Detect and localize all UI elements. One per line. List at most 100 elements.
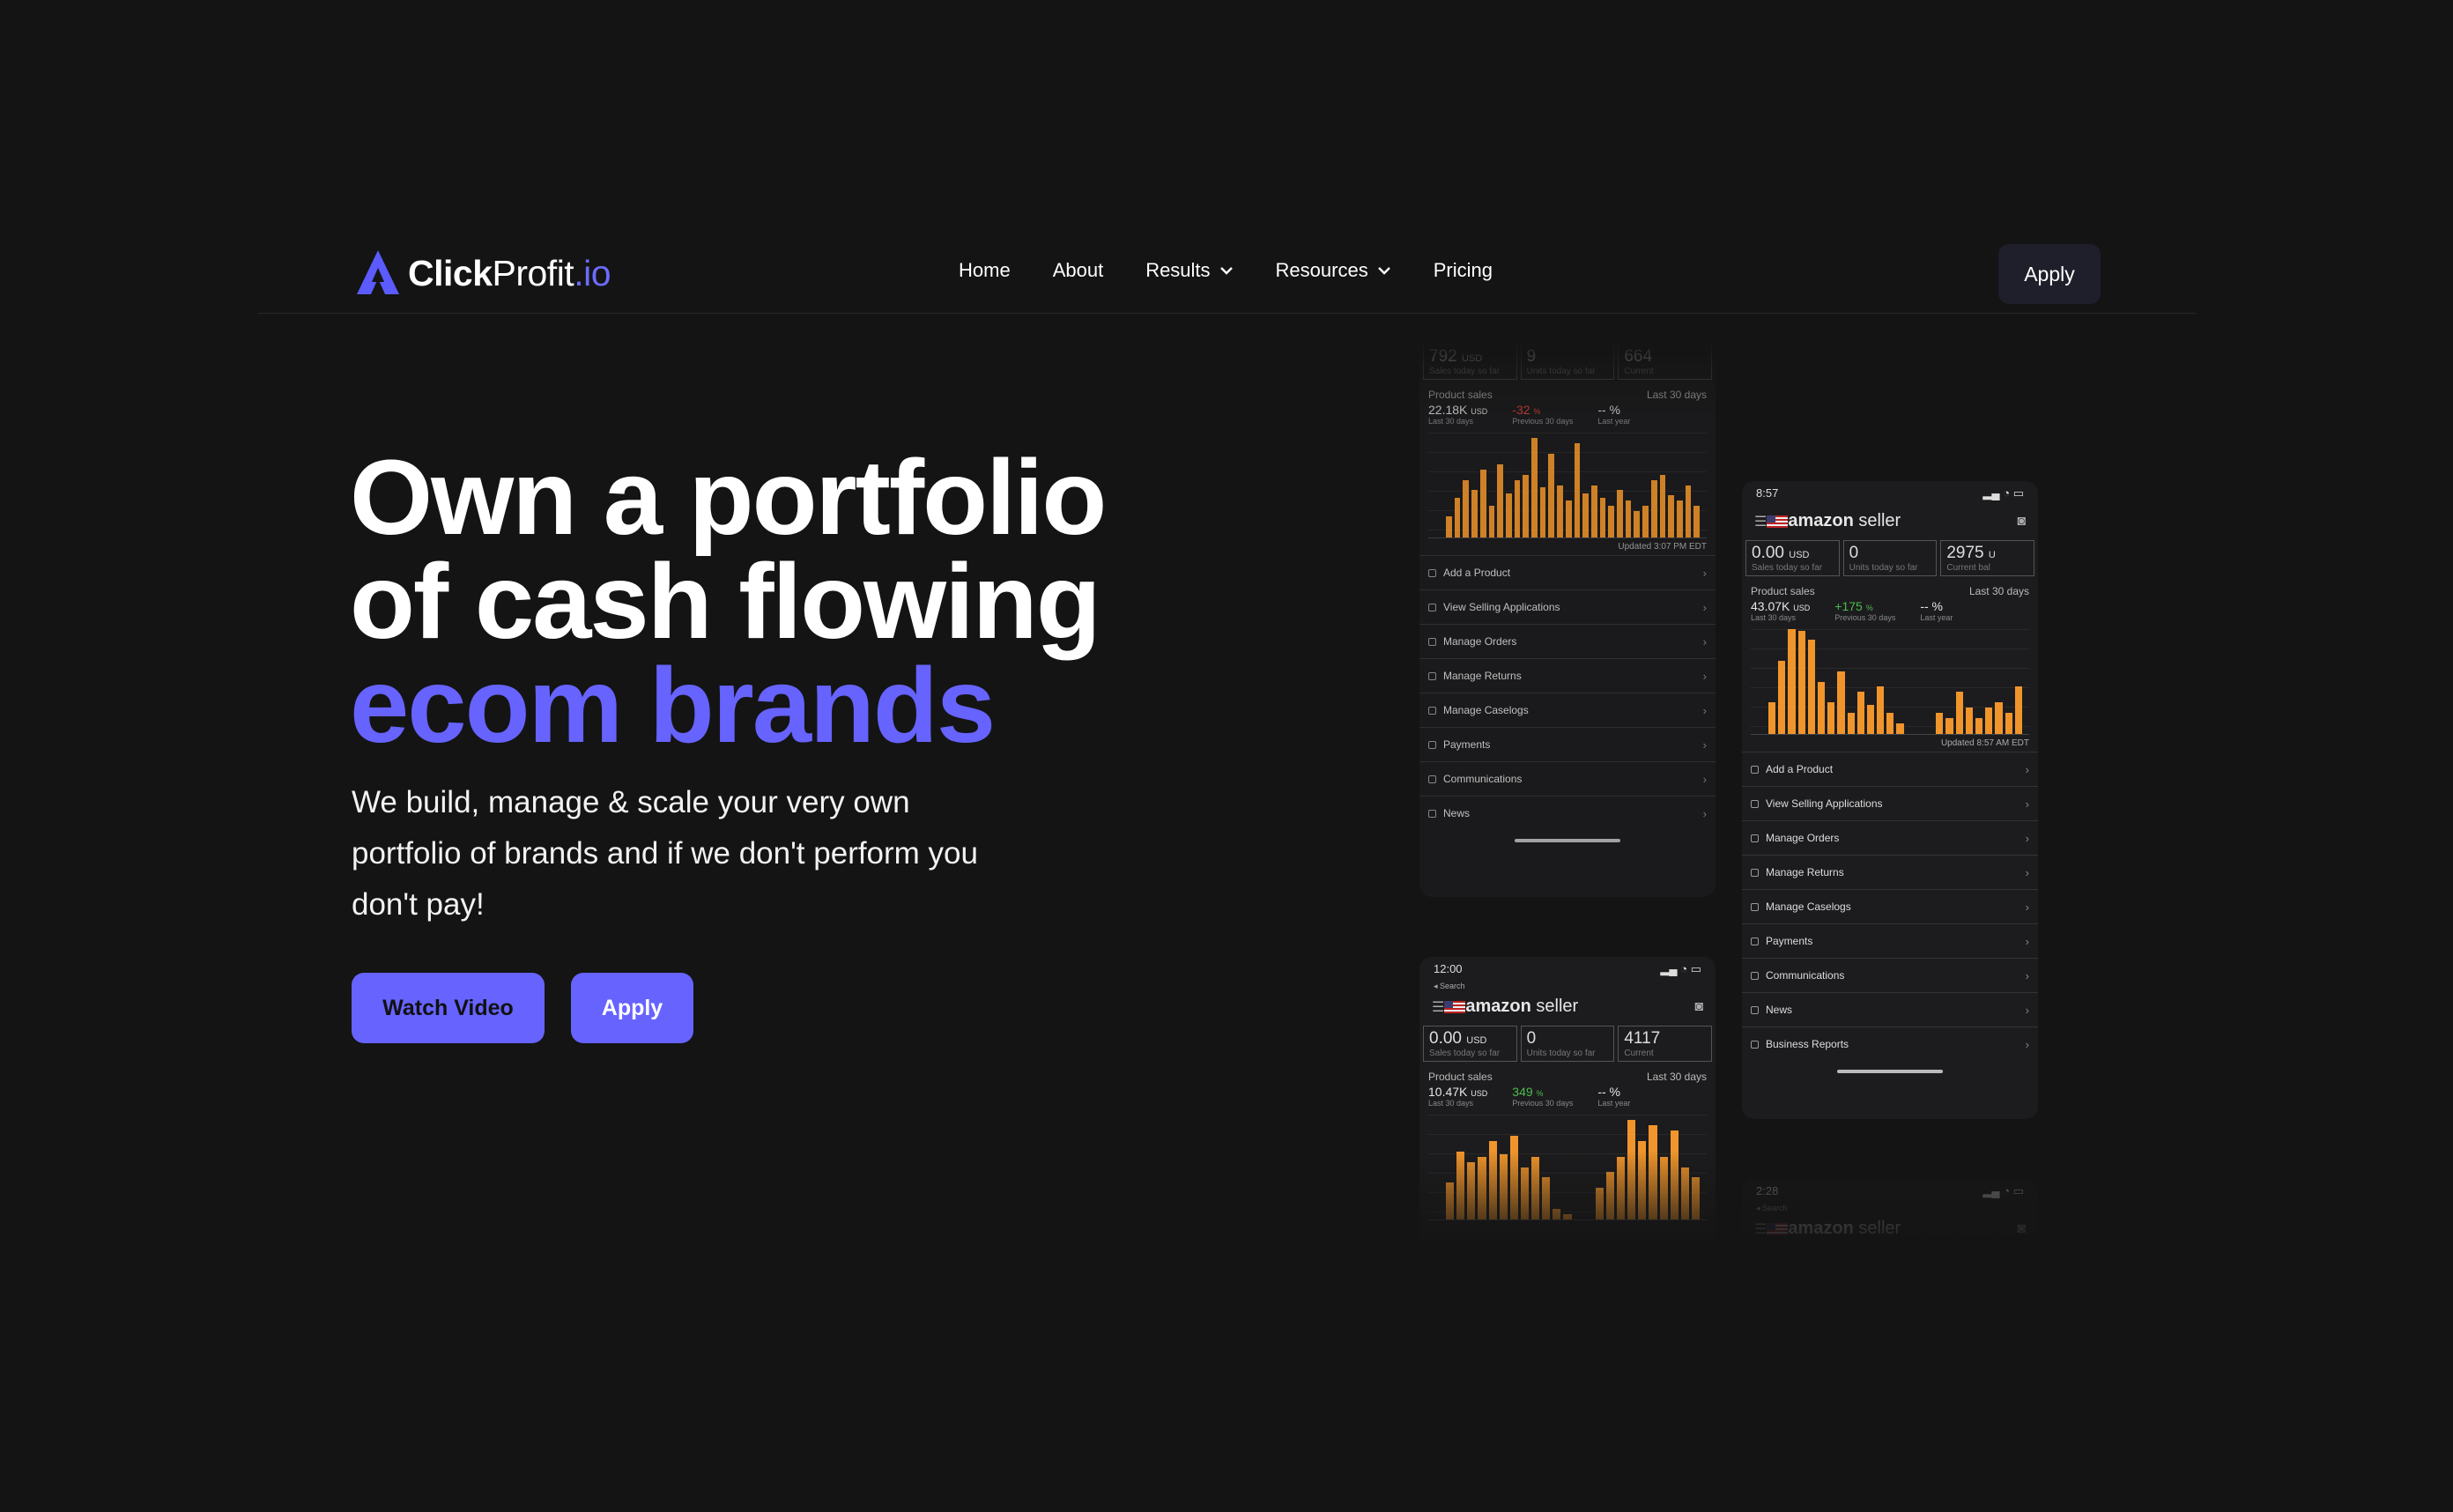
chart-bar xyxy=(1446,1182,1455,1219)
us-flag-icon xyxy=(1767,515,1789,528)
chart-bar xyxy=(1693,506,1701,537)
chart-bar xyxy=(1634,511,1641,537)
menu-row[interactable]: Manage Caselogs › xyxy=(1742,889,2038,923)
stat-tile: 0.00 USD Sales today so far xyxy=(1423,1026,1517,1062)
menu-icon[interactable]: ☰ xyxy=(1754,513,1767,530)
chart-bar xyxy=(1837,671,1845,734)
row-icon xyxy=(1751,868,1759,877)
sales-bar-chart xyxy=(1428,433,1707,538)
chart-bar xyxy=(1542,1177,1551,1219)
signal-battery-icon: ▂▄ ◔ ▭ xyxy=(1982,1184,2024,1197)
chart-bar xyxy=(1670,1130,1679,1219)
sales-bar-chart xyxy=(1428,1115,1707,1220)
menu-row[interactable]: Payments › xyxy=(1742,923,2038,958)
camera-icon[interactable]: ◙ xyxy=(1694,999,1703,1015)
chart-bar xyxy=(2005,713,2012,734)
menu-icon[interactable]: ☰ xyxy=(1754,1220,1767,1238)
nav-resources-dropdown[interactable]: Resources xyxy=(1276,259,1391,282)
menu-row[interactable]: View Selling Applications › xyxy=(1742,786,2038,820)
chart-bar xyxy=(1680,1167,1689,1219)
chevron-right-icon: › xyxy=(2025,1003,2029,1017)
watch-video-button[interactable]: Watch Video xyxy=(352,973,545,1043)
updated-timestamp: Updated 3:07 PM EDT xyxy=(1618,542,1707,552)
chart-bar xyxy=(1985,708,1993,734)
menu-row[interactable]: Manage Orders › xyxy=(1419,624,1716,658)
back-link[interactable]: ◂ Search xyxy=(1742,1204,2038,1213)
menu-row[interactable]: Manage Returns › xyxy=(1419,658,1716,693)
stat-tile: 0 Units today so far xyxy=(1520,1026,1615,1062)
menu-row[interactable]: News › xyxy=(1742,992,2038,1027)
row-label: News xyxy=(1443,807,1471,819)
menu-row[interactable]: Manage Orders › xyxy=(1742,820,2038,855)
row-label: Business Reports xyxy=(1766,1038,1849,1050)
chevron-right-icon: › xyxy=(1702,772,1707,786)
chevron-right-icon: › xyxy=(1702,737,1707,752)
menu-row[interactable]: Communications › xyxy=(1742,958,2038,992)
chart-bar xyxy=(1454,497,1461,537)
chevron-right-icon: › xyxy=(1702,806,1707,820)
chart-bar xyxy=(1877,686,1885,734)
hero-title-accent: ecom brands xyxy=(350,645,996,765)
logo[interactable]: ClickProfit.io xyxy=(355,248,611,298)
chart-bar xyxy=(1936,713,1944,734)
row-label: View Selling Applications xyxy=(1766,797,1883,810)
chart-bar xyxy=(1965,708,1973,734)
nav-results-dropdown[interactable]: Results xyxy=(1145,259,1233,282)
chart-bar xyxy=(1668,495,1674,537)
menu-row[interactable]: Manage Returns › xyxy=(1742,855,2038,889)
chevron-right-icon: › xyxy=(2025,865,2029,879)
camera-icon[interactable]: ◙ xyxy=(2017,1221,2026,1237)
chart-bar xyxy=(1595,1188,1604,1219)
row-label: Communications xyxy=(1443,773,1523,785)
chart-bar xyxy=(1995,702,2003,734)
row-label: Payments xyxy=(1443,738,1491,751)
nav-pricing-link[interactable]: Pricing xyxy=(1434,259,1493,282)
back-link[interactable]: ◂ Search xyxy=(1419,982,1716,991)
chevron-right-icon: › xyxy=(2025,934,2029,948)
row-label: Manage Orders xyxy=(1766,832,1840,844)
chevron-right-icon: › xyxy=(2025,900,2029,914)
row-label: Manage Orders xyxy=(1443,635,1517,648)
menu-row[interactable]: Payments › xyxy=(1419,727,1716,761)
row-icon xyxy=(1428,740,1436,749)
row-icon xyxy=(1751,1040,1759,1049)
menu-row[interactable]: Communications › xyxy=(1419,761,1716,796)
home-indicator xyxy=(1837,1070,1943,1073)
chart-bar xyxy=(1499,1154,1508,1219)
chevron-right-icon: › xyxy=(1702,703,1707,717)
chart-bar xyxy=(1768,702,1776,734)
chart-bar xyxy=(1625,500,1632,537)
row-icon xyxy=(1428,568,1436,577)
row-icon xyxy=(1428,775,1436,783)
menu-row[interactable]: View Selling Applications › xyxy=(1419,589,1716,624)
camera-icon[interactable]: ◙ xyxy=(2017,514,2026,530)
app-header: ☰ amazon seller ◙ xyxy=(1742,506,2038,537)
menu-icon[interactable]: ☰ xyxy=(1432,998,1444,1016)
app-header: ☰ amazon seller ◙ xyxy=(1419,991,1716,1022)
chart-bar xyxy=(1617,1156,1626,1219)
chart-bar xyxy=(1565,500,1572,537)
nav-home-link[interactable]: Home xyxy=(959,259,1011,282)
app-header: ☰ amazon seller ◙ xyxy=(1742,1213,2038,1244)
amazon-seller-logo: amazon seller xyxy=(1788,511,1901,530)
chart-bar xyxy=(1488,506,1495,537)
menu-row[interactable]: Manage Caselogs › xyxy=(1419,693,1716,727)
menu-row[interactable]: Business Reports › xyxy=(1742,1027,2038,1061)
logo-arrow-icon xyxy=(357,250,399,294)
chart-bar xyxy=(1788,629,1796,734)
menu-row[interactable]: Add a Product › xyxy=(1419,555,1716,589)
chart-bar xyxy=(1456,1151,1465,1219)
menu-row[interactable]: Add a Product › xyxy=(1742,752,2038,786)
chevron-right-icon: › xyxy=(1702,634,1707,649)
hero-apply-button[interactable]: Apply xyxy=(571,973,693,1043)
chevron-right-icon: › xyxy=(1702,669,1707,683)
chart-bar xyxy=(1463,479,1470,537)
nav-apply-button[interactable]: Apply xyxy=(1998,244,2101,304)
nav-about-link[interactable]: About xyxy=(1053,259,1104,282)
status-bar: 2:28 ▂▄ ◔ ▭ xyxy=(1756,1184,2024,1197)
chart-bar xyxy=(1896,723,1904,734)
chart-bar xyxy=(1807,639,1815,734)
menu-row[interactable]: News › xyxy=(1419,796,1716,830)
main-menu: Home About Results Resources Pricing xyxy=(959,259,1493,282)
hero-subtitle: We build, manage & scale your very own p… xyxy=(352,785,978,922)
